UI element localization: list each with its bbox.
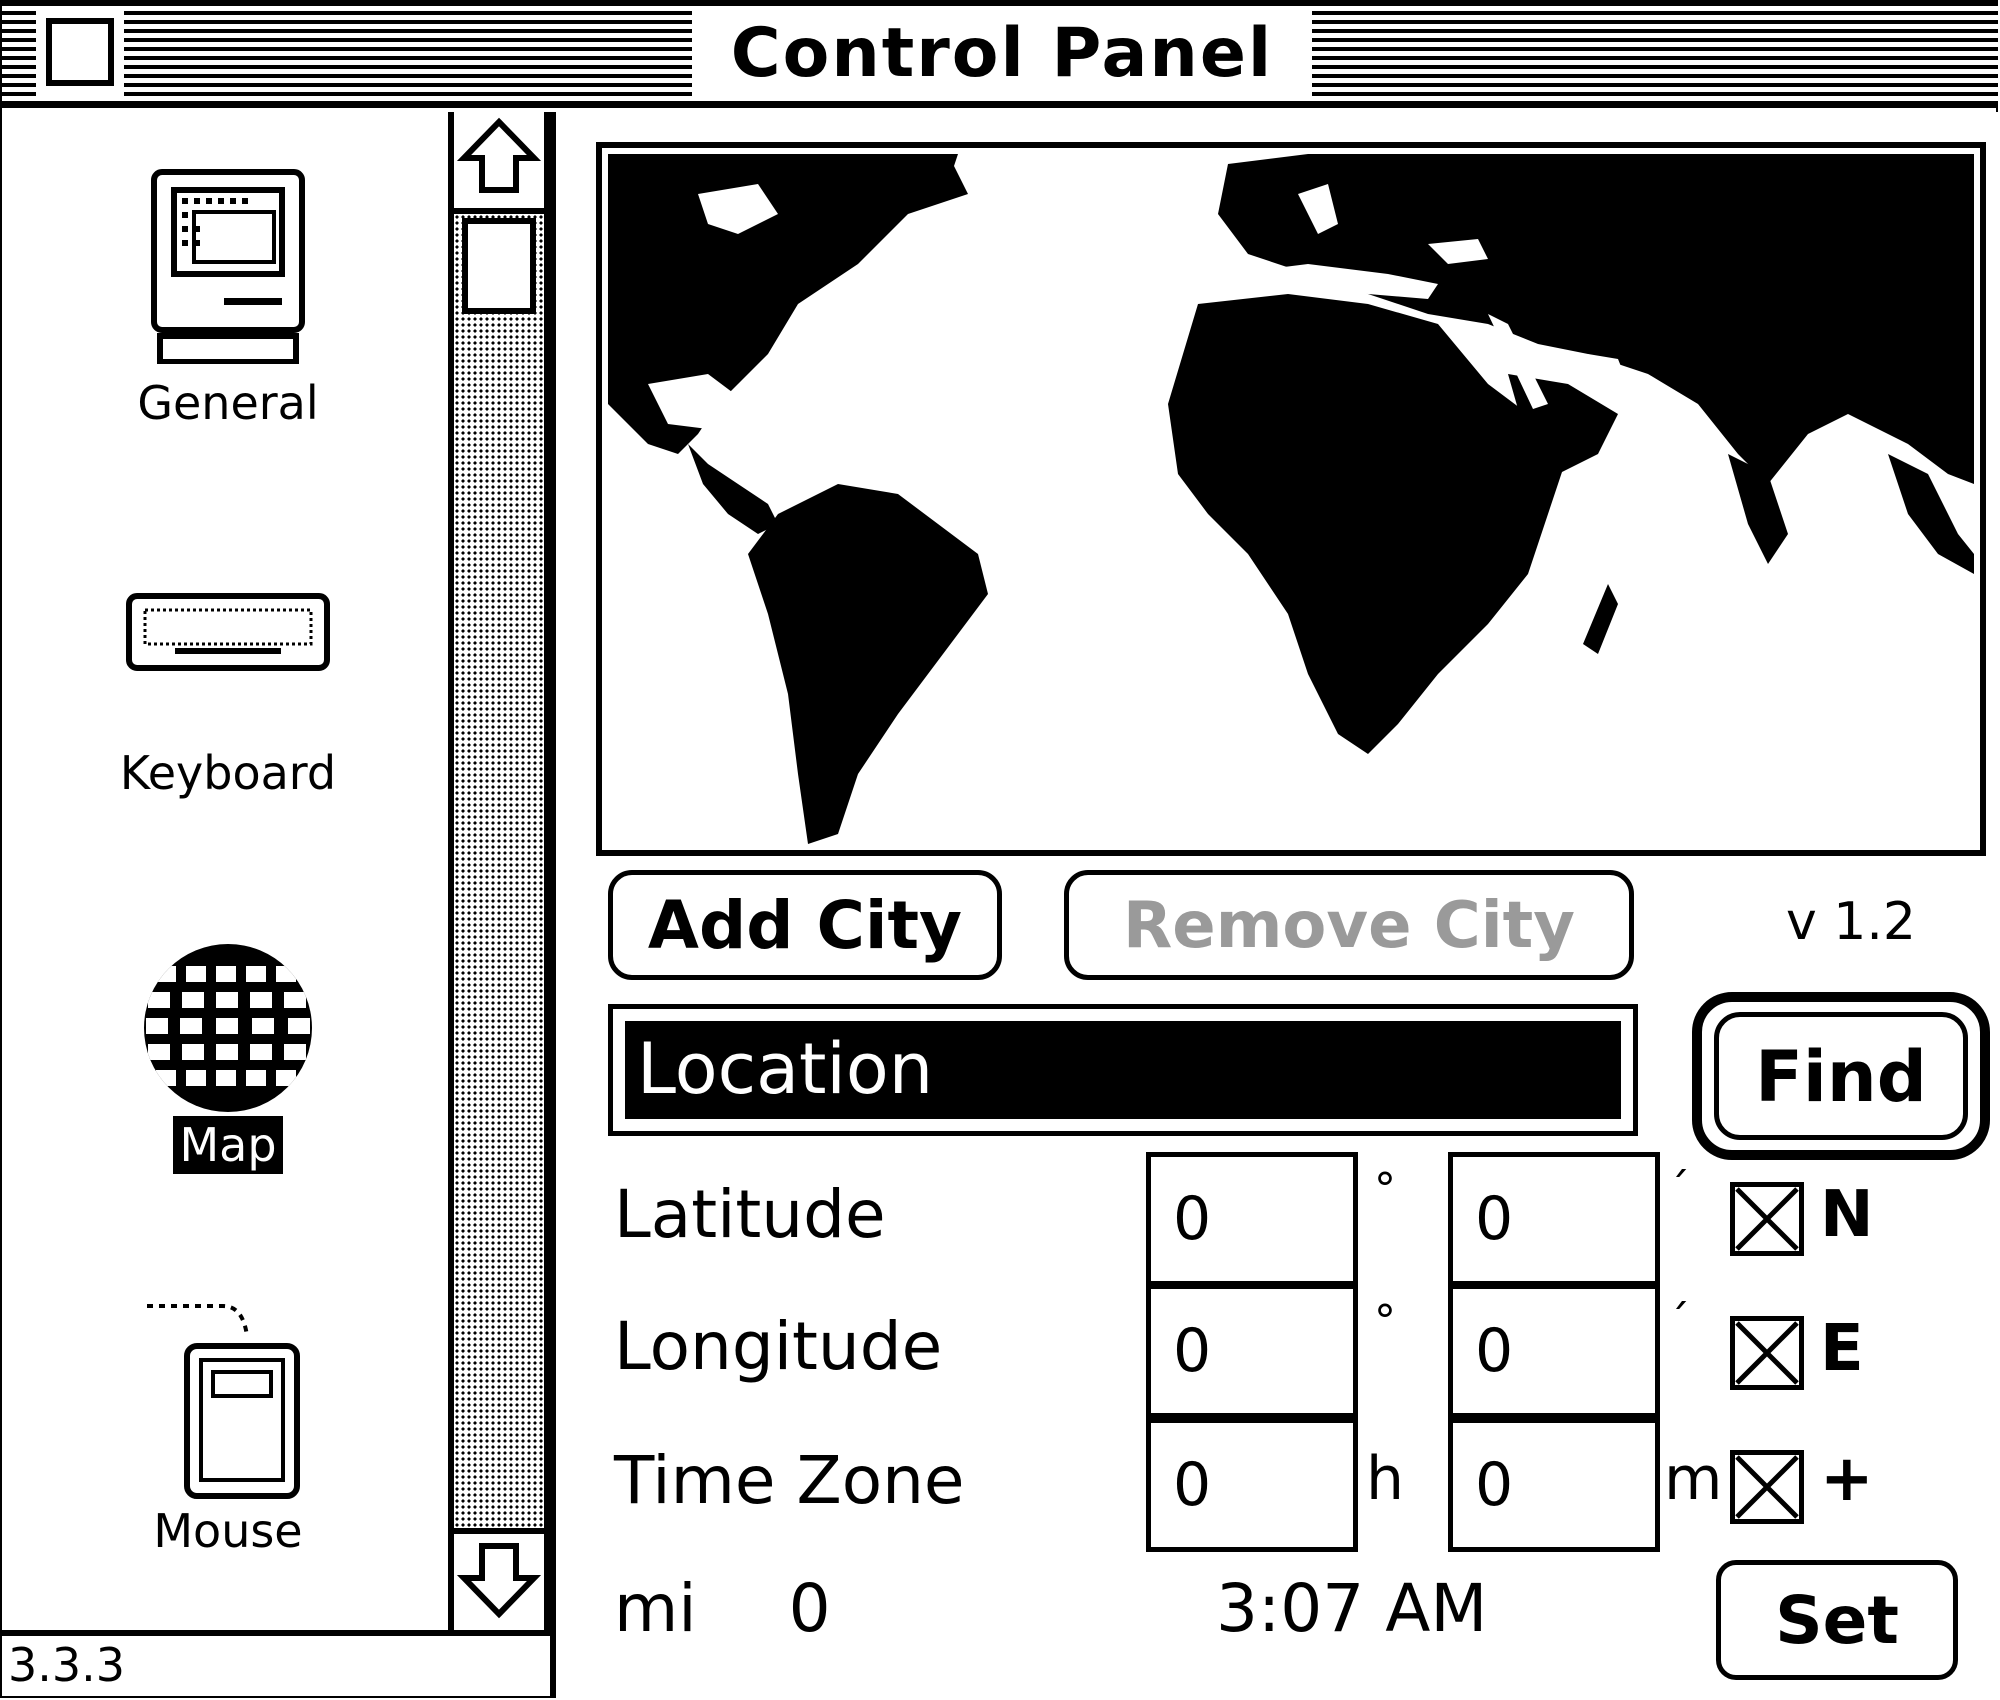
distance-value: 0: [788, 1570, 831, 1647]
location-field[interactable]: Location: [608, 1004, 1638, 1136]
landmass-madagascar: [1583, 584, 1618, 654]
latitude-minutes-field[interactable]: 0: [1448, 1152, 1660, 1286]
sidebar-item-label: Keyboard: [119, 746, 337, 800]
timezone-hour-unit: h: [1366, 1444, 1405, 1514]
world-map-image: [608, 154, 1974, 844]
latitude-minute-unit: ´: [1668, 1164, 1690, 1215]
arrow-down-icon: [456, 1543, 542, 1619]
location-input[interactable]: Location: [625, 1021, 1621, 1119]
timezone-label: Time Zone: [614, 1442, 965, 1519]
sea-caribbean: [728, 424, 828, 464]
longitude-minute-unit: ´: [1668, 1296, 1690, 1347]
scroll-down-arrow[interactable]: [454, 1528, 544, 1630]
longitude-degree-unit: °: [1374, 1296, 1396, 1347]
timezone-minutes-field[interactable]: 0: [1448, 1418, 1660, 1552]
latitude-degree-unit: °: [1374, 1164, 1396, 1215]
set-button[interactable]: Set: [1716, 1560, 1958, 1680]
latitude-north-label: N: [1820, 1178, 1874, 1252]
distance-unit: mi: [614, 1570, 697, 1647]
longitude-minutes-field[interactable]: 0: [1448, 1284, 1660, 1418]
local-time: 3:07 AM: [1216, 1570, 1488, 1647]
map-version-label: v 1.2: [1786, 892, 1916, 952]
latitude-north-checkbox[interactable]: [1730, 1182, 1804, 1256]
arrow-up-icon: [456, 117, 542, 193]
timezone-minute-unit: m: [1664, 1444, 1723, 1514]
sidebar-item-keyboard[interactable]: Keyboard: [2, 592, 454, 802]
add-city-button[interactable]: Add City: [608, 870, 1002, 980]
keyboard-icon: [126, 593, 330, 671]
timezone-hours-field[interactable]: 0: [1146, 1418, 1358, 1552]
macintosh-icon: [151, 169, 305, 364]
sidebar-item-mouse[interactable]: Mouse: [2, 1296, 454, 1560]
control-panel-list: General Keyboard Map Mouse: [2, 112, 454, 1630]
sidebar-item-label: General: [137, 376, 319, 430]
longitude-label: Longitude: [614, 1308, 943, 1385]
sidebar-item-label: Map: [173, 1116, 283, 1174]
vertical-scrollbar[interactable]: [454, 112, 550, 1630]
scroll-thumb[interactable]: [462, 218, 536, 314]
world-map[interactable]: [596, 142, 1986, 856]
sidebar-item-label: Mouse: [153, 1504, 303, 1558]
sidebar-item-general[interactable]: General: [2, 168, 454, 432]
checkbox-x-icon: [1735, 1455, 1799, 1519]
landmass-south-america: [748, 484, 988, 844]
timezone-sign-label: +: [1820, 1442, 1874, 1516]
version-label: 3.3.3: [2, 1630, 550, 1696]
sidebar-item-map[interactable]: Map: [2, 940, 454, 1174]
longitude-east-label: E: [1820, 1312, 1864, 1386]
globe-icon: [144, 944, 312, 1112]
window-title: Control Panel: [692, 8, 1312, 100]
landmass-south-asia: [1728, 454, 1788, 564]
title-bar[interactable]: Control Panel: [2, 2, 1998, 108]
longitude-degrees-field[interactable]: 0: [1146, 1284, 1358, 1418]
checkbox-x-icon: [1735, 1321, 1799, 1385]
landmass-africa: [1168, 294, 1568, 754]
checkbox-x-icon: [1735, 1187, 1799, 1251]
longitude-east-checkbox[interactable]: [1730, 1316, 1804, 1390]
distance-readout: mi 0: [614, 1570, 831, 1647]
map-control-pane: Add City Remove City v 1.2 Location Find…: [550, 112, 1998, 1698]
find-button[interactable]: Find: [1714, 1012, 1968, 1140]
latitude-degrees-field[interactable]: 0: [1146, 1152, 1358, 1286]
mouse-icon: [147, 1304, 300, 1499]
latitude-label: Latitude: [614, 1176, 886, 1253]
remove-city-button[interactable]: Remove City: [1064, 870, 1634, 980]
control-panel-window: Control Panel General Keyboard Map Mouse…: [0, 0, 1998, 1698]
scroll-up-arrow[interactable]: [454, 112, 544, 214]
timezone-sign-checkbox[interactable]: [1730, 1450, 1804, 1524]
close-box[interactable]: [36, 8, 124, 96]
